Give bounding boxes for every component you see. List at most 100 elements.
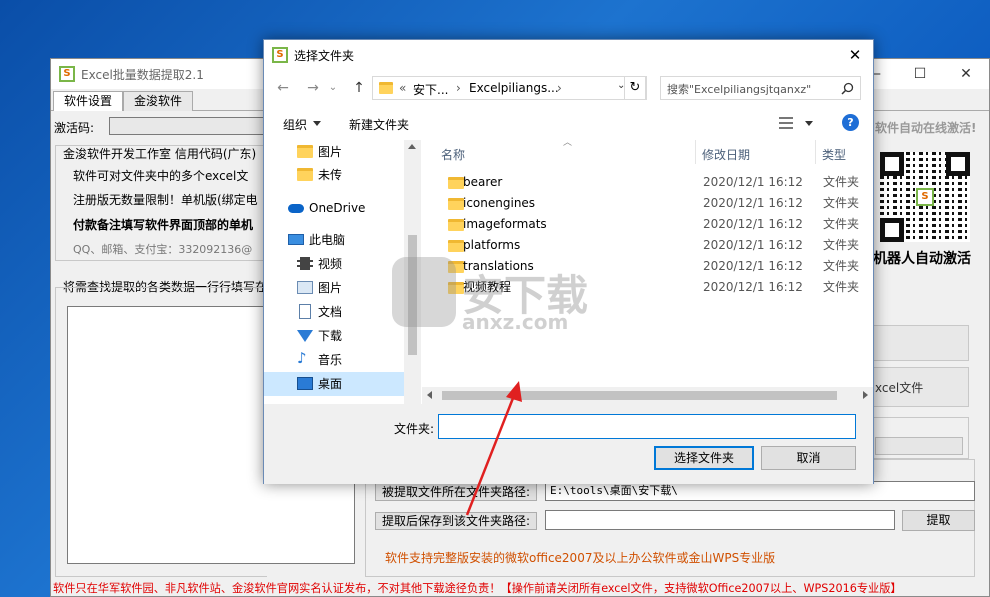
up-button[interactable]: ↑	[348, 77, 370, 99]
music-icon: ♪	[297, 349, 307, 367]
sort-arrow-icon: ︿	[563, 138, 573, 148]
folder-icon	[448, 198, 464, 210]
back-button[interactable]: ←	[272, 77, 294, 99]
info-line-2: 软件可对文件夹中的多个excel文	[73, 169, 249, 183]
tab-jinjun-software[interactable]: 金浚软件	[123, 91, 194, 111]
file-date: 2020/12/1 16:12	[703, 259, 803, 273]
activation-code-input[interactable]	[109, 117, 269, 135]
column-divider	[695, 140, 696, 164]
select-folder-button[interactable]: 选择文件夹	[654, 446, 754, 470]
watermark-subtext: anxz.com	[462, 310, 569, 334]
info-line-5: QQ、邮箱、支付宝：332092136@	[73, 243, 253, 256]
file-type: 文件夹	[823, 238, 860, 252]
sidebar-label: 图片	[318, 145, 343, 159]
save-path-input[interactable]	[545, 510, 895, 530]
sidebar-label: OneDrive	[309, 201, 366, 215]
help-icon[interactable]: ?	[842, 114, 859, 131]
breadcrumb-prefix[interactable]: «	[399, 81, 406, 95]
file-date: 2020/12/1 16:12	[703, 175, 803, 189]
refresh-button[interactable]: ↻	[624, 76, 646, 100]
dialog-title-bar: S 选择文件夹 ✕	[264, 40, 873, 70]
sidebar-item-untransferred[interactable]: 未传	[264, 163, 404, 187]
qr-logo: S	[916, 188, 934, 206]
file-row[interactable]: bearer 2020/12/1 16:12 文件夹	[438, 172, 873, 193]
auto-activation-text: 软件自动在线激活!	[875, 121, 977, 135]
sidebar-item-documents[interactable]: 文档	[264, 300, 404, 324]
address-folder-icon	[379, 82, 393, 94]
red-arrow-annotation	[465, 381, 522, 516]
column-header-type[interactable]: 类型	[822, 146, 846, 163]
file-row[interactable]: imageformats 2020/12/1 16:12 文件夹	[438, 214, 873, 235]
file-date: 2020/12/1 16:12	[703, 238, 803, 252]
view-dropdown-icon[interactable]	[805, 121, 813, 126]
view-options-icon[interactable]	[779, 117, 793, 129]
progress-bar	[875, 437, 963, 455]
folder-label: 文件夹:	[394, 422, 435, 436]
sidebar-label: 文档	[318, 305, 343, 319]
file-name: imageformats	[463, 217, 547, 231]
sidebar-item-pictures-2[interactable]: 图片	[264, 276, 404, 300]
search-box[interactable]: 搜索"Excelpiliangsjtqanxz"	[660, 76, 861, 100]
file-type: 文件夹	[823, 196, 860, 210]
picture-icon	[297, 281, 313, 294]
file-row[interactable]: iconengines 2020/12/1 16:12 文件夹	[438, 193, 873, 214]
folder-icon	[448, 177, 464, 189]
cancel-button[interactable]: 取消	[761, 446, 856, 470]
dialog-app-icon: S	[272, 47, 288, 63]
file-name: iconengines	[463, 196, 536, 210]
sidebar-item-pictures-1[interactable]: 图片	[264, 140, 404, 164]
desktop-icon	[297, 377, 313, 390]
info-line-1: 金浚软件开发工作室 信用代码(广东)	[63, 147, 257, 161]
address-bar[interactable]: « 安下... › Excelpiliangs... › ⌄	[372, 76, 647, 100]
activation-label: 激活码:	[54, 121, 95, 135]
tab-software-settings[interactable]: 软件设置	[53, 91, 124, 111]
breadcrumb-sep-1: ›	[456, 81, 461, 95]
sidebar-item-onedrive[interactable]: OneDrive	[264, 196, 404, 220]
app-icon: S	[59, 66, 75, 82]
sidebar-item-videos[interactable]: 视频	[264, 252, 404, 276]
qr-caption: 机器人自动激活	[873, 251, 971, 267]
breadcrumb-item-2[interactable]: Excelpiliangs...	[469, 81, 559, 95]
organize-menu[interactable]: 组织	[283, 116, 307, 133]
sidebar-label: 图片	[318, 281, 343, 295]
column-divider	[815, 140, 816, 164]
organize-chevron-icon	[313, 121, 321, 126]
sidebar-label: 音乐	[318, 353, 343, 367]
sidebar-label: 此电脑	[309, 233, 346, 247]
sidebar-item-this-pc[interactable]: 此电脑	[264, 228, 404, 252]
new-folder-button[interactable]: 新建文件夹	[349, 116, 409, 133]
sidebar-item-music[interactable]: ♪ 音乐	[264, 348, 404, 372]
column-header-name[interactable]: 名称	[441, 146, 465, 163]
dialog-close-button[interactable]: ✕	[840, 44, 870, 66]
watermark-logo-icon	[392, 257, 456, 327]
folder-icon	[448, 219, 464, 231]
video-icon	[297, 257, 313, 270]
sidebar-item-desktop[interactable]: 桌面	[264, 372, 404, 396]
file-type: 文件夹	[823, 217, 860, 231]
support-note: 软件支持完整版安装的微软office2007及以上办公软件或金山WPS专业版	[385, 551, 776, 565]
recent-dropdown[interactable]: ⌄	[326, 77, 340, 99]
side-panel-text: xcel文件	[875, 381, 924, 395]
sidebar-label: 未传	[318, 168, 343, 182]
source-path-input[interactable]: E:\tools\桌面\安下载\	[545, 481, 975, 501]
file-type: 文件夹	[823, 259, 860, 273]
column-header-date[interactable]: 修改日期	[702, 146, 750, 163]
maximize-button[interactable]: ☐	[897, 59, 943, 89]
folder-icon	[448, 240, 464, 252]
breadcrumb-item-1[interactable]: 安下...	[413, 81, 448, 98]
footer-note: 软件只在华军软件园、非凡软件站、金浚软件官网实名认证发布，不对其他下载途径负责！…	[53, 582, 902, 595]
file-row[interactable]: platforms 2020/12/1 16:12 文件夹	[438, 235, 873, 256]
sidebar-item-downloads[interactable]: 下载	[264, 324, 404, 348]
forward-button[interactable]: →	[302, 77, 324, 99]
info-line-4: 付款备注填写软件界面顶部的单机	[73, 218, 254, 232]
search-placeholder: 搜索"Excelpiliangsjtqanxz"	[667, 83, 812, 96]
close-button[interactable]: ✕	[943, 59, 989, 89]
breadcrumb-sep-2: ›	[557, 81, 562, 95]
extract-button[interactable]: 提取	[902, 510, 975, 531]
sidebar-label: 下载	[318, 329, 343, 343]
side-panel-1	[873, 325, 969, 361]
info-line-3: 注册版无数量限制！单机版(绑定电	[73, 193, 258, 207]
qr-code: S	[880, 152, 970, 242]
dialog-title: 选择文件夹	[294, 49, 355, 63]
file-date: 2020/12/1 16:12	[703, 280, 803, 294]
